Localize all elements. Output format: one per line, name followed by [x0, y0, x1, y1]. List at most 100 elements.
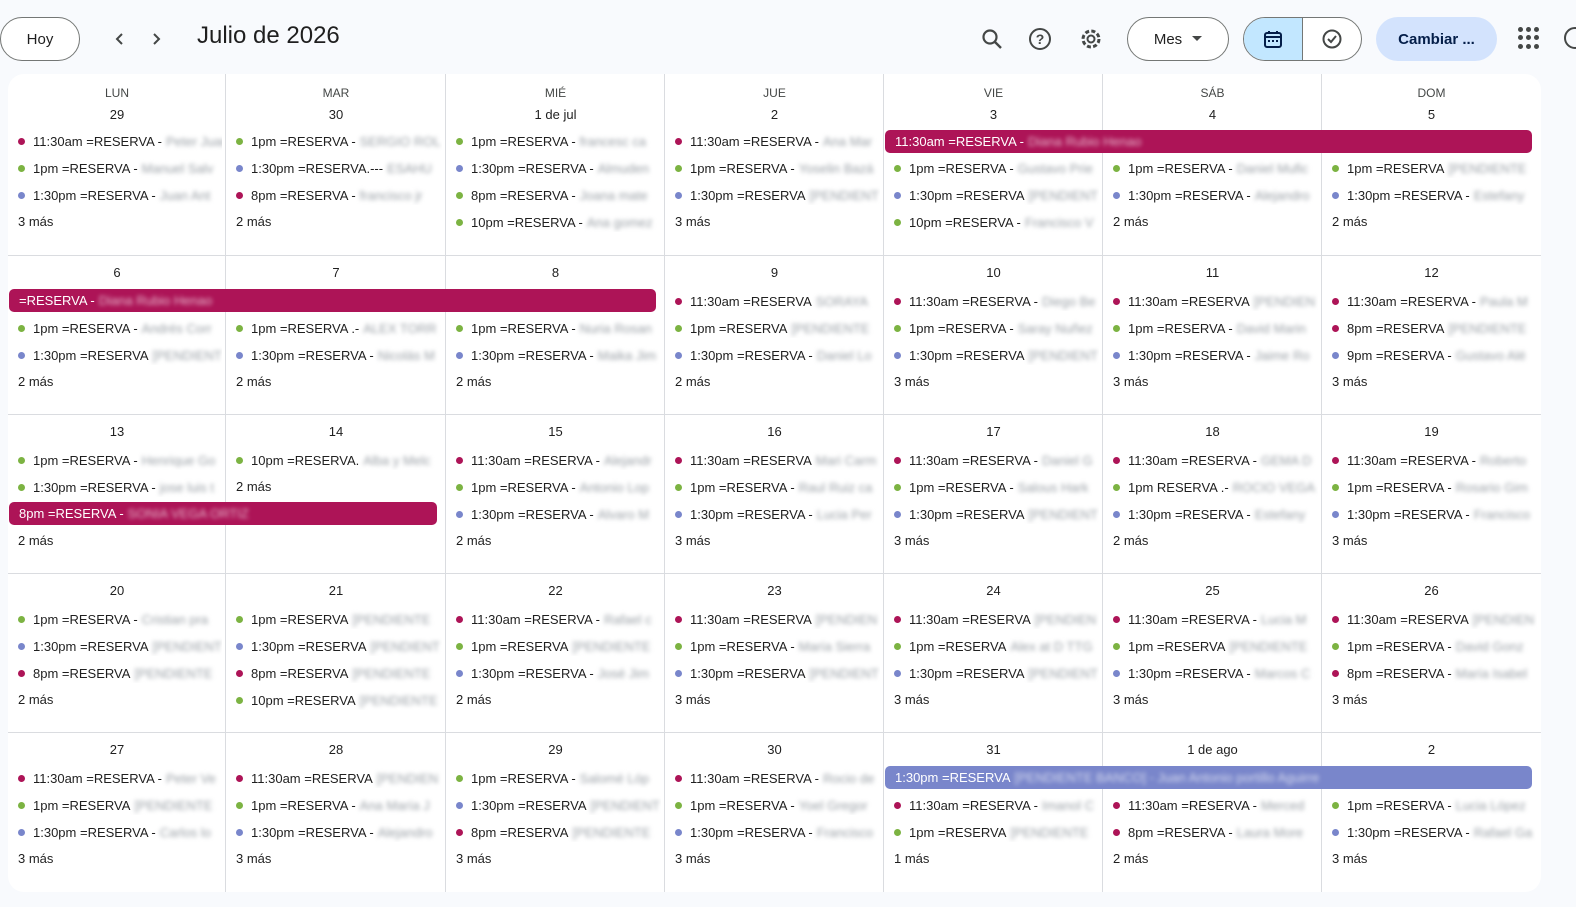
event-chip[interactable]: 1:30pm =RESERVA [PENDIENT [894, 504, 1099, 524]
view-selector[interactable]: Mes [1127, 17, 1229, 61]
event-chip[interactable]: 1pm =RESERVA - Ana María J [236, 795, 442, 815]
event-chip[interactable]: 11:30am =RESERVA -Peter Juan [18, 131, 222, 151]
event-chip[interactable]: 1:30pm =RESERVA [PENDIENT [894, 185, 1099, 205]
day-cell[interactable]: 30 11:30am =RESERVA - Rocio de 1pm =RESERVA… [665, 732, 884, 892]
day-cell[interactable]: 31 11:30am =RESERVA - Imanol C 1pm =RESERVA… [884, 732, 1103, 892]
event-chip[interactable]: 1pm =RESERVA - David Gonz [1332, 636, 1537, 656]
event-chip[interactable]: 8pm =RESERVA - Joana mate [456, 185, 661, 205]
day-number[interactable]: 15 [446, 424, 665, 439]
day-cell[interactable]: 27 11:30am =RESERVA - Peter Ve 1pm =RESERVA… [8, 732, 226, 892]
day-cell[interactable]: LUN 29 11:30am =RESERVA -Peter Juan 1pm =RE… [8, 74, 226, 255]
event-chip[interactable]: 1pm =RESERVA - SERGIO ROL [236, 131, 442, 151]
day-number[interactable]: 23 [665, 583, 884, 598]
event-chip[interactable]: 9pm =RESERVA - Gustavo Alé [1332, 345, 1537, 365]
event-chip[interactable]: 11:30am =RESERVA - Rocio de [675, 768, 880, 788]
day-cell[interactable]: 21 1pm =RESERVA [PENDIENTE 1:30pm =RESERVA[… [226, 573, 446, 732]
more-events-link[interactable]: 3 más [675, 214, 710, 229]
day-number[interactable]: 6 [8, 265, 226, 280]
event-chip[interactable]: 11:30am =RESERVA - GEMA D [1113, 450, 1318, 470]
day-number[interactable]: 1 de ago [1103, 742, 1322, 757]
day-number[interactable]: 2 [1322, 742, 1541, 757]
event-chip[interactable]: 1:30pm =RESERVA [PENDIENT [456, 795, 661, 815]
event-chip[interactable]: 1pm =RESERVA [PENDIENTE [236, 609, 442, 629]
event-chip[interactable]: 8pm =RESERVA [PENDIENTE [1332, 318, 1537, 338]
event-chip[interactable]: 11:30am =RESERVA [PENDIEN [675, 609, 880, 629]
event-chip[interactable]: 1pm =RESERVA [PENDIENTE [456, 636, 661, 656]
day-cell[interactable]: MAR 30 1pm =RESERVA - SERGIO ROL 1:30pm =RES… [226, 74, 446, 255]
day-number[interactable]: 5 [1322, 107, 1541, 122]
day-number[interactable]: 9 [665, 265, 884, 280]
day-number[interactable]: 19 [1322, 424, 1541, 439]
day-cell[interactable]: DOM 5 1pm =RESERVA [PENDIENTE 1:30pm =RESERV… [1322, 74, 1541, 255]
more-events-link[interactable]: 2 más [1113, 851, 1148, 866]
day-number[interactable]: 7 [226, 265, 446, 280]
event-chip[interactable]: 1:30pm =RESERVA - Lucia Per [675, 504, 880, 524]
more-events-link[interactable]: 3 más [1113, 374, 1148, 389]
event-chip[interactable]: 8pm =RESERVA - María Isabel [1332, 663, 1537, 683]
event-chip[interactable]: 1:30pm =RESERVA - José Jim [456, 663, 661, 683]
day-cell[interactable]: 19 11:30am =RESERVA - Roberto 1pm =RESERVA … [1322, 414, 1541, 573]
day-cell[interactable]: 29 1pm =RESERVA - Salomé Lóp 1:30pm =RESERV… [446, 732, 665, 892]
day-cell[interactable]: MIÉ 1 de jul 1pm =RESERVA - francesc ca 1:30… [446, 74, 665, 255]
day-number[interactable]: 25 [1103, 583, 1322, 598]
event-chip[interactable]: 8pm =RESERVA - francisco jr [236, 185, 442, 205]
event-chip[interactable]: 1:30pm =RESERVA [PENDIENT [894, 663, 1099, 683]
event-chip[interactable]: 1pm =RESERVA - francesc ca [456, 131, 661, 151]
event-chip[interactable]: 1pm =RESERVA [PENDIENTE [675, 318, 880, 338]
more-events-link[interactable]: 3 más [1332, 851, 1367, 866]
event-chip[interactable]: 1:30pm =RESERVA - Alejandro [1113, 185, 1318, 205]
event-chip[interactable]: 1:30pm =RESERVA [PENDIENT [18, 345, 222, 365]
today-button[interactable]: Hoy [0, 17, 80, 61]
event-chip[interactable]: 11:30am =RESERVA [PENDIEN [236, 768, 442, 788]
day-number[interactable]: 3 [884, 107, 1103, 122]
event-chip[interactable]: 1pm =RESERVA - Antonio Lop [456, 477, 661, 497]
day-cell[interactable]: SÁB 4 1pm =RESERVA - Daniel Mufic 1:30pm =RE… [1103, 74, 1322, 255]
event-chip[interactable]: 11:30am =RESERVA - Daniel G [894, 450, 1099, 470]
day-number[interactable]: 28 [226, 742, 446, 757]
day-number[interactable]: 30 [226, 107, 446, 122]
event-chip[interactable]: 1pm =RESERVA - María Sierra [675, 636, 880, 656]
event-chip[interactable]: 1pm =RESERVA - Gustavo Prie [894, 158, 1099, 178]
more-events-link[interactable]: 2 más [456, 692, 491, 707]
day-cell[interactable]: 1 de ago 11:30am =RESERVA - Merced 8pm =RES… [1103, 732, 1322, 892]
event-chip[interactable]: 1:30pm =RESERVA [PENDIENT [894, 345, 1099, 365]
event-chip[interactable]: 1pm =RESERVA - Salous Hark [894, 477, 1099, 497]
more-events-link[interactable]: 2 más [18, 533, 53, 548]
apps-grid-icon[interactable] [1518, 27, 1540, 49]
day-cell[interactable]: 18 11:30am =RESERVA - GEMA D 1pm RESERVA .-… [1103, 414, 1322, 573]
event-chip[interactable]: 1:30pm =RESERVA - Francisco [675, 822, 880, 842]
more-events-link[interactable]: 3 más [18, 851, 53, 866]
event-chip[interactable]: 8pm =RESERVA [PENDIENTE [456, 822, 661, 842]
day-cell[interactable]: 9 11:30am =RESERVA SORAYA 1pm =RESERVA [PEND… [665, 255, 884, 414]
day-number[interactable]: 2 [665, 107, 884, 122]
more-events-link[interactable]: 1 más [894, 851, 929, 866]
event-chip[interactable]: 11:30am =RESERVA - Paula M [1332, 291, 1537, 311]
event-chip[interactable]: 1:30pm =RESERVA [PENDIENT [236, 636, 442, 656]
more-events-link[interactable]: 3 más [456, 851, 491, 866]
more-events-link[interactable]: 2 más [456, 533, 491, 548]
day-cell[interactable]: 16 11:30am =RESERVA Mari Carm 1pm =RESERVA … [665, 414, 884, 573]
day-cell[interactable]: 10 11:30am =RESERVA - Diego Be 1pm =RESERVA… [884, 255, 1103, 414]
search-icon[interactable] [975, 22, 1009, 56]
event-chip[interactable]: 1pm =RESERVA - Daniel Mufic [1113, 158, 1318, 178]
day-cell[interactable]: 12 11:30am =RESERVA - Paula M 8pm =RESERVA[… [1322, 255, 1541, 414]
more-events-link[interactable]: 3 más [1332, 374, 1367, 389]
day-cell[interactable]: 8 1pm =RESERVA - Nuria Rosan 1:30pm =RESERV… [446, 255, 665, 414]
event-chip[interactable]: 1:30pm =RESERVA - Marcos C [1113, 663, 1318, 683]
chevron-right-icon[interactable] [141, 24, 171, 54]
event-chip[interactable]: 1:30pm =RESERVA - Alvaro M [456, 504, 661, 524]
more-events-link[interactable]: 2 más [236, 374, 271, 389]
event-chip[interactable]: 1:30pm =RESERVA [PENDIENT [18, 636, 222, 656]
event-chip[interactable]: 11:30am =RESERVA - Rafael c [456, 609, 661, 629]
day-number[interactable]: 29 [446, 742, 665, 757]
day-cell[interactable]: 13 1pm =RESERVA - Henrique Go 1:30pm =RESER… [8, 414, 226, 573]
event-chip[interactable]: 11:30am =RESERVA - Peter Ve [18, 768, 222, 788]
more-events-link[interactable]: 3 más [1113, 692, 1148, 707]
day-number[interactable]: 27 [8, 742, 226, 757]
event-chip[interactable]: 1pm =RESERVA - Henrique Go [18, 450, 222, 470]
event-chip[interactable]: 1:30pm =RESERVA [PENDIENT [675, 185, 880, 205]
calendar-icon[interactable] [1244, 18, 1303, 60]
day-cell[interactable]: 7 1pm =RESERVA .- ALEX TORR 1:30pm =RESERVA… [226, 255, 446, 414]
event-chip[interactable]: 1:30pm =RESERVA - Carlos lo [18, 822, 222, 842]
event-chip[interactable]: 1:30pm =RESERVA - Rafael Ga [1332, 822, 1537, 842]
